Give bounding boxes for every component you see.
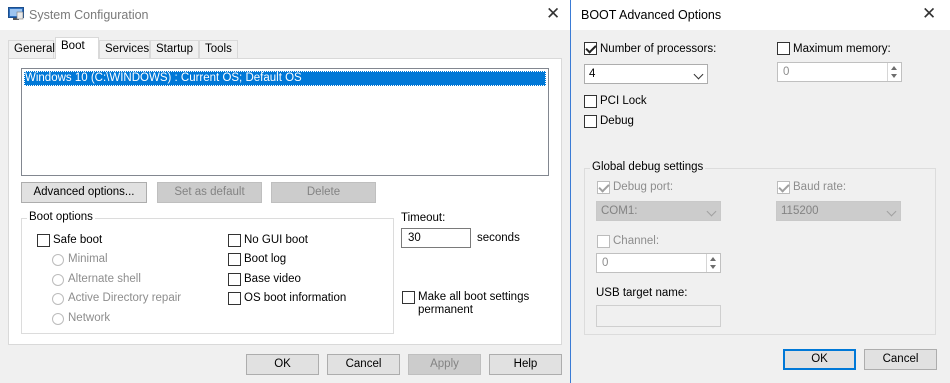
pci-lock-checkbox[interactable] bbox=[584, 95, 597, 108]
window-title: BOOT Advanced Options bbox=[581, 8, 722, 22]
maximum-memory-stepper[interactable]: 0 bbox=[777, 62, 902, 82]
chevron-down-icon bbox=[693, 69, 704, 80]
usb-target-name-label: USB target name: bbox=[596, 287, 688, 299]
chevron-down-icon[interactable] bbox=[891, 74, 897, 78]
cancel-button[interactable]: Cancel bbox=[864, 349, 937, 370]
chevron-down-icon bbox=[886, 206, 897, 217]
maximum-memory-checkbox[interactable] bbox=[777, 42, 790, 55]
cancel-button[interactable]: Cancel bbox=[327, 354, 400, 375]
usb-target-name-input[interactable] bbox=[596, 305, 721, 327]
ok-button[interactable]: OK bbox=[246, 354, 319, 375]
baud-rate-value: 115200 bbox=[781, 205, 819, 217]
help-button[interactable]: Help bbox=[489, 354, 562, 375]
make-permanent-checkbox[interactable] bbox=[402, 291, 415, 304]
number-of-processors-checkbox[interactable] bbox=[584, 42, 597, 55]
maximum-memory-value: 0 bbox=[783, 66, 790, 78]
title-bar: System Configuration ✕ bbox=[0, 0, 570, 30]
baud-rate-checkbox[interactable] bbox=[777, 181, 790, 194]
stepper-buttons[interactable] bbox=[887, 63, 901, 81]
pci-lock-label: PCI Lock bbox=[600, 95, 647, 107]
tab-services[interactable]: Services bbox=[99, 40, 150, 59]
debug-label: Debug bbox=[600, 115, 634, 127]
tab-tools[interactable]: Tools bbox=[199, 40, 238, 59]
alternate-shell-radio[interactable] bbox=[52, 274, 64, 286]
os-list[interactable]: Windows 10 (C:\WINDOWS) : Current OS; De… bbox=[21, 68, 549, 176]
os-boot-information-label: OS boot information bbox=[244, 292, 347, 304]
chevron-up-icon[interactable] bbox=[710, 257, 716, 261]
title-bar: BOOT Advanced Options ✕ bbox=[571, 0, 950, 30]
tab-general[interactable]: General bbox=[8, 40, 55, 59]
minimal-label: Minimal bbox=[68, 253, 108, 265]
active-directory-repair-radio[interactable] bbox=[52, 293, 64, 305]
channel-stepper[interactable]: 0 bbox=[596, 253, 721, 273]
base-video-label: Base video bbox=[244, 273, 301, 285]
os-boot-information-checkbox[interactable] bbox=[228, 292, 241, 305]
advanced-options-button[interactable]: Advanced options... bbox=[21, 182, 147, 203]
safe-boot-label: Safe boot bbox=[53, 234, 103, 246]
debug-port-value: COM1: bbox=[601, 205, 638, 217]
apply-button[interactable]: Apply bbox=[408, 354, 481, 375]
system-config-icon bbox=[8, 7, 24, 20]
no-gui-boot-checkbox[interactable] bbox=[228, 234, 241, 247]
debug-port-checkbox[interactable] bbox=[597, 181, 610, 194]
network-label: Network bbox=[68, 312, 111, 324]
channel-label: Channel: bbox=[613, 235, 660, 247]
close-icon[interactable]: ✕ bbox=[922, 6, 936, 23]
alternate-shell-label: Alternate shell bbox=[68, 273, 141, 285]
seconds-label: seconds bbox=[477, 232, 520, 244]
list-item[interactable]: Windows 10 (C:\WINDOWS) : Current OS; De… bbox=[24, 71, 546, 86]
number-of-processors-select[interactable]: 4 bbox=[584, 64, 708, 84]
chevron-down-icon[interactable] bbox=[710, 265, 716, 269]
baud-rate-select[interactable]: 115200 bbox=[776, 201, 901, 221]
debug-port-select[interactable]: COM1: bbox=[596, 201, 721, 221]
chevron-down-icon bbox=[706, 206, 717, 217]
set-as-default-button[interactable]: Set as default bbox=[157, 182, 262, 203]
close-icon[interactable]: ✕ bbox=[546, 6, 560, 23]
timeout-input[interactable]: 30 bbox=[401, 228, 471, 248]
tab-boot[interactable]: Boot bbox=[55, 37, 99, 59]
network-radio[interactable] bbox=[52, 313, 64, 325]
stepper-buttons[interactable] bbox=[706, 254, 720, 272]
window-title: System Configuration bbox=[29, 8, 149, 22]
channel-value: 0 bbox=[602, 257, 609, 269]
base-video-checkbox[interactable] bbox=[228, 273, 241, 286]
timeout-label: Timeout: bbox=[401, 212, 446, 224]
boot-log-label: Boot log bbox=[244, 253, 287, 265]
active-directory-repair-label: Active Directory repair bbox=[68, 292, 182, 304]
debug-checkbox[interactable] bbox=[584, 115, 597, 128]
debug-port-label: Debug port: bbox=[613, 181, 674, 193]
chevron-up-icon[interactable] bbox=[891, 66, 897, 70]
boot-advanced-options-window: BOOT Advanced Options ✕ Number of proces… bbox=[570, 0, 950, 383]
channel-checkbox[interactable] bbox=[597, 235, 610, 248]
minimal-radio[interactable] bbox=[52, 254, 64, 266]
make-permanent-label-line2: permanent bbox=[418, 304, 473, 316]
boot-log-checkbox[interactable] bbox=[228, 253, 241, 266]
tab-startup[interactable]: Startup bbox=[150, 40, 199, 59]
no-gui-boot-label: No GUI boot bbox=[244, 234, 308, 246]
make-permanent-label-line1: Make all boot settings bbox=[418, 291, 530, 303]
global-debug-settings-label: Global debug settings bbox=[590, 161, 706, 173]
boot-options-label: Boot options bbox=[27, 211, 95, 223]
baud-rate-label: Baud rate: bbox=[793, 181, 847, 193]
maximum-memory-label: Maximum memory: bbox=[793, 43, 891, 55]
number-of-processors-label: Number of processors: bbox=[600, 43, 717, 55]
delete-button[interactable]: Delete bbox=[271, 182, 376, 203]
ok-button[interactable]: OK bbox=[783, 349, 856, 370]
safe-boot-checkbox[interactable] bbox=[37, 234, 50, 247]
system-configuration-window: System Configuration ✕ General Boot Serv… bbox=[0, 0, 570, 383]
number-of-processors-value: 4 bbox=[589, 68, 596, 80]
